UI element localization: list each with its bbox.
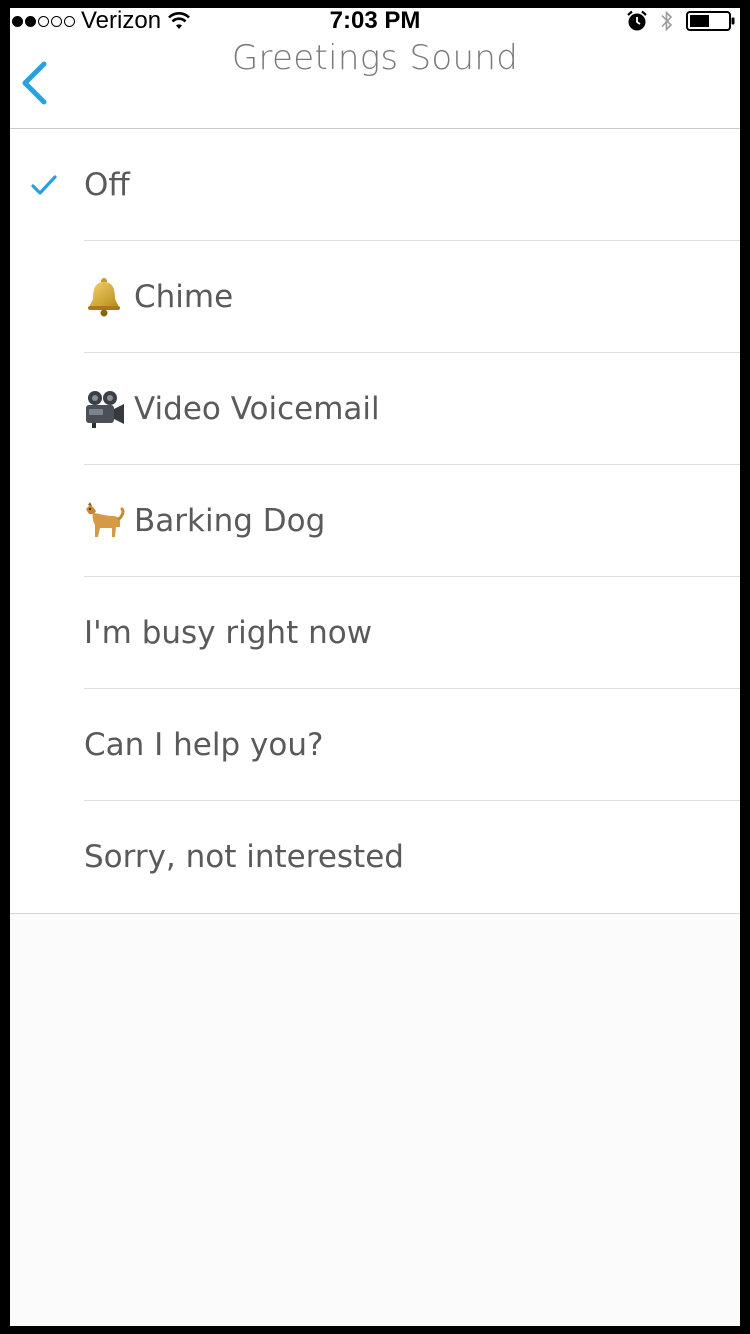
list-item-label: Chime: [84, 277, 233, 317]
row-inner: Sorry, not interested: [84, 801, 740, 913]
bell-icon: [88, 277, 120, 316]
item-text: Can I help you?: [84, 726, 324, 763]
list-item-not-interested[interactable]: Sorry, not interested: [10, 801, 740, 913]
list-item-off[interactable]: Off: [10, 129, 740, 241]
item-text: Chime: [134, 278, 234, 315]
row-inner: Chime: [84, 241, 740, 353]
list-item-label: Off: [84, 167, 130, 203]
dog-icon: [86, 501, 125, 537]
list-item-label: Can I help you?: [84, 727, 323, 763]
row-inner: Video Voicemail: [84, 353, 740, 465]
item-text: Video Voicemail: [134, 390, 380, 427]
list-item-label: Barking Dog: [84, 501, 325, 541]
greetings-sound-list: Off Chime Video Voicemail Barking Dog I'…: [10, 129, 740, 914]
list-item-chime[interactable]: Chime: [10, 241, 740, 353]
list-item-label: I'm busy right now: [84, 615, 372, 651]
page-title: Greetings Sound: [231, 38, 519, 78]
item-text: Sorry, not interested: [84, 839, 404, 875]
device-frame: Verizon 7:03 PM Greetings Sound Off Chim…: [0, 0, 750, 1334]
list-item-can-i-help[interactable]: Can I help you?: [10, 689, 740, 801]
list-item-label: Video Voicemail: [84, 389, 380, 429]
row-inner: Can I help you?: [84, 689, 740, 801]
movie-camera-icon: [86, 390, 124, 428]
row-inner: Barking Dog: [84, 465, 740, 577]
list-item-barking-dog[interactable]: Barking Dog: [10, 465, 740, 577]
screen: Verizon 7:03 PM Greetings Sound Off Chim…: [10, 8, 740, 1326]
item-text: I'm busy right now: [84, 614, 373, 651]
row-inner: Off: [84, 129, 740, 241]
list-item-busy[interactable]: I'm busy right now: [10, 577, 740, 689]
item-text: Off: [84, 166, 130, 203]
item-text: Barking Dog: [134, 502, 326, 539]
checkmark-icon: [31, 175, 57, 195]
row-inner: I'm busy right now: [84, 577, 740, 689]
list-item-video-voicemail[interactable]: Video Voicemail: [10, 353, 740, 465]
list-item-label: Sorry, not interested: [84, 839, 404, 875]
